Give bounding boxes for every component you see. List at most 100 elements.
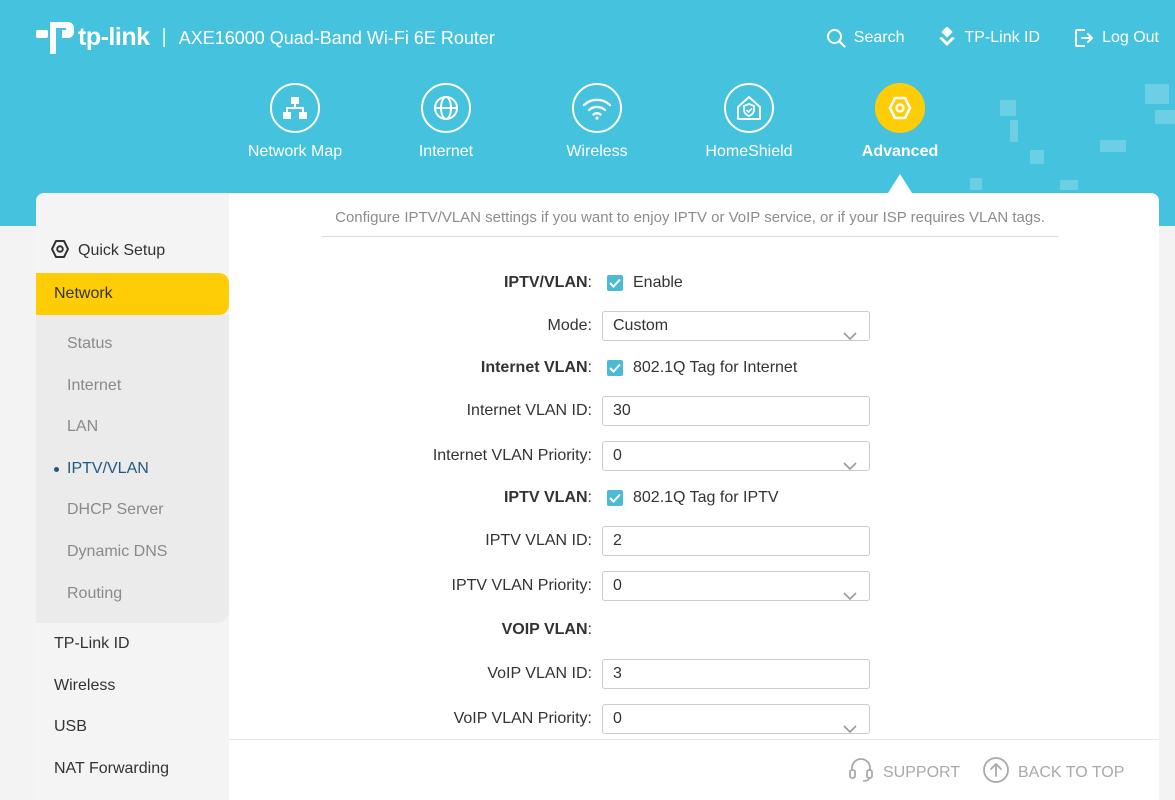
logout-link[interactable]: Log Out <box>1074 27 1159 49</box>
iptv-vlan-label-text: IPTV/VLAN <box>503 274 588 291</box>
brand-name: tp-link <box>78 22 150 51</box>
iptv-vlan-tag-label: IPTV VLAN: <box>229 481 592 515</box>
tplink-logo-icon <box>36 18 74 56</box>
sidebar-item-label: Network <box>54 285 113 302</box>
checkbox-label: 802.1Q Tag for Internet <box>633 359 798 376</box>
voip-vlan-row: VOIP VLAN: <box>229 613 1159 647</box>
iptv-vlan-id-input[interactable]: 2 <box>602 526 870 556</box>
submenu-item-dhcp-server[interactable]: DHCP Server <box>36 490 229 530</box>
search-icon <box>826 28 846 48</box>
internet-vlan-id-label: Internet VLAN ID: <box>466 402 592 419</box>
nav-advanced[interactable]: Advanced <box>840 83 960 161</box>
iptv-vlan-tag-checkbox[interactable]: 802.1Q Tag for IPTV <box>602 481 779 515</box>
submenu-item-lan[interactable]: LAN <box>36 407 229 447</box>
submenu-label: DHCP Server <box>67 501 164 518</box>
current-indicator-dot <box>54 467 59 472</box>
sidebar-item-network[interactable]: Network <box>36 273 229 315</box>
internet-vlan-priority-label: Internet VLAN Priority: <box>432 447 592 464</box>
back-to-top-link[interactable]: BACK TO TOP <box>982 756 1124 789</box>
home-shield-icon <box>724 83 774 133</box>
nav-label: Network Map <box>247 143 343 160</box>
iptv-vlan-priority-row: IPTV VLAN Priority: 0 <box>229 569 1159 603</box>
nav-active-indicator <box>888 174 912 193</box>
sidebar-item-label: TP-Link ID <box>54 635 130 652</box>
brand-separator: | <box>161 25 167 48</box>
checkmark-icon <box>607 490 623 506</box>
product-title: AXE16000 Quad-Band Wi-Fi 6E Router <box>178 27 495 48</box>
submenu-label: Routing <box>67 585 123 602</box>
page-description: Configure IPTV/VLAN settings if you want… <box>322 209 1058 237</box>
iptv-vlan-id-row: IPTV VLAN ID: 2 <box>229 524 1159 558</box>
tplink-id-link[interactable]: TP-Link ID <box>938 27 1040 49</box>
support-link[interactable]: SUPPORT <box>847 756 960 789</box>
nav-homeshield[interactable]: HomeShield <box>689 83 809 161</box>
search-link[interactable]: Search <box>826 27 905 49</box>
submenu-item-status[interactable]: Status <box>36 324 229 364</box>
select-value: 0 <box>613 577 622 594</box>
iptv-vlan-enable-checkbox[interactable]: Enable <box>602 266 683 300</box>
sidebar: Quick Setup Network Status Internet LAN … <box>36 193 229 800</box>
mode-label: Mode: <box>547 317 592 334</box>
arrow-up-circle-icon <box>982 756 1010 789</box>
iptv-vlan-row: IPTV/VLAN: Enable <box>229 266 1159 300</box>
iptv-vlan-id-label: IPTV VLAN ID: <box>485 532 592 549</box>
nav-network-map[interactable]: Network Map <box>235 83 355 161</box>
internet-vlan-priority-row: Internet VLAN Priority: 0 <box>229 439 1159 473</box>
internet-vlan-priority-select[interactable]: 0 <box>602 441 870 471</box>
submenu-item-routing[interactable]: Routing <box>36 574 229 614</box>
internet-vlan-tag-checkbox[interactable]: 802.1Q Tag for Internet <box>602 351 797 385</box>
submenu-item-iptv-vlan[interactable]: IPTV/VLAN <box>36 449 229 489</box>
submenu-label: Status <box>67 335 113 352</box>
brand-logo[interactable]: tp-link | AXE16000 Quad-Band Wi-Fi 6E Ro… <box>36 18 495 56</box>
chevron-down-icon <box>843 452 857 480</box>
voip-vlan-label-text: VOIP VLAN <box>501 621 588 638</box>
sidebar-item-wireless[interactable]: Wireless <box>36 665 229 707</box>
back-to-top-label: BACK TO TOP <box>1018 763 1125 781</box>
submenu-item-internet[interactable]: Internet <box>36 366 229 406</box>
voip-vlan-id-input[interactable]: 3 <box>602 659 870 689</box>
voip-vlan-priority-select[interactable]: 0 <box>602 704 870 734</box>
internet-vlan-label: Internet VLAN: <box>229 351 592 385</box>
mode-value: Custom <box>613 317 669 334</box>
main-nav: Network Map Internet Wireless HomeShield… <box>0 83 1175 193</box>
nav-wireless[interactable]: Wireless <box>537 83 657 161</box>
chevron-down-icon <box>843 582 857 610</box>
label-colon: : <box>587 621 592 638</box>
logout-label: Log Out <box>1102 29 1159 46</box>
internet-vlan-id-row: Internet VLAN ID: 30 <box>229 394 1159 428</box>
sidebar-item-tplink-id[interactable]: TP-Link ID <box>36 623 229 665</box>
sidebar-item-nat-forwarding[interactable]: NAT Forwarding <box>36 748 229 790</box>
voip-vlan-priority-row: VoIP VLAN Priority: 0 <box>229 702 1159 736</box>
network-submenu: Status Internet LAN IPTV/VLAN DHCP Serve… <box>36 315 229 623</box>
sidebar-item-label: USB <box>54 718 87 735</box>
search-label: Search <box>853 29 905 46</box>
checkbox-label: Enable <box>633 274 683 291</box>
globe-icon <box>421 83 471 133</box>
top-links: Search TP-Link ID Log Out <box>826 27 1159 49</box>
iptv-vlan-label: IPTV/VLAN: <box>229 266 592 300</box>
nav-label: HomeShield <box>705 143 793 160</box>
internet-vlan-label-text: Internet VLAN <box>480 359 588 376</box>
nav-internet[interactable]: Internet <box>386 83 506 161</box>
internet-vlan-id-input[interactable]: 30 <box>602 396 870 426</box>
submenu-label: Dynamic DNS <box>67 543 168 560</box>
submenu-item-dynamic-dns[interactable]: Dynamic DNS <box>36 532 229 572</box>
sidebar-item-usb[interactable]: USB <box>36 706 229 748</box>
voip-vlan-label: VOIP VLAN: <box>229 613 592 647</box>
tplink-id-icon <box>938 27 956 49</box>
label-colon: : <box>587 359 592 376</box>
input-value: 3 <box>613 665 622 682</box>
mode-row: Mode: Custom <box>229 309 1159 343</box>
input-value: 30 <box>613 402 631 419</box>
mode-select[interactable]: Custom <box>602 311 870 341</box>
content-area: Configure IPTV/VLAN settings if you want… <box>229 193 1159 800</box>
network-map-icon <box>270 83 320 133</box>
iptv-vlan-priority-select[interactable]: 0 <box>602 571 870 601</box>
submenu-label: IPTV/VLAN <box>67 460 149 477</box>
tplink-id-label: TP-Link ID <box>964 29 1041 46</box>
sidebar-item-label: NAT Forwarding <box>54 760 169 777</box>
support-label: SUPPORT <box>883 763 961 781</box>
sidebar-item-quick-setup[interactable]: Quick Setup <box>36 230 229 272</box>
voip-vlan-id-label: VoIP VLAN ID: <box>487 665 592 682</box>
gear-icon <box>50 239 70 264</box>
